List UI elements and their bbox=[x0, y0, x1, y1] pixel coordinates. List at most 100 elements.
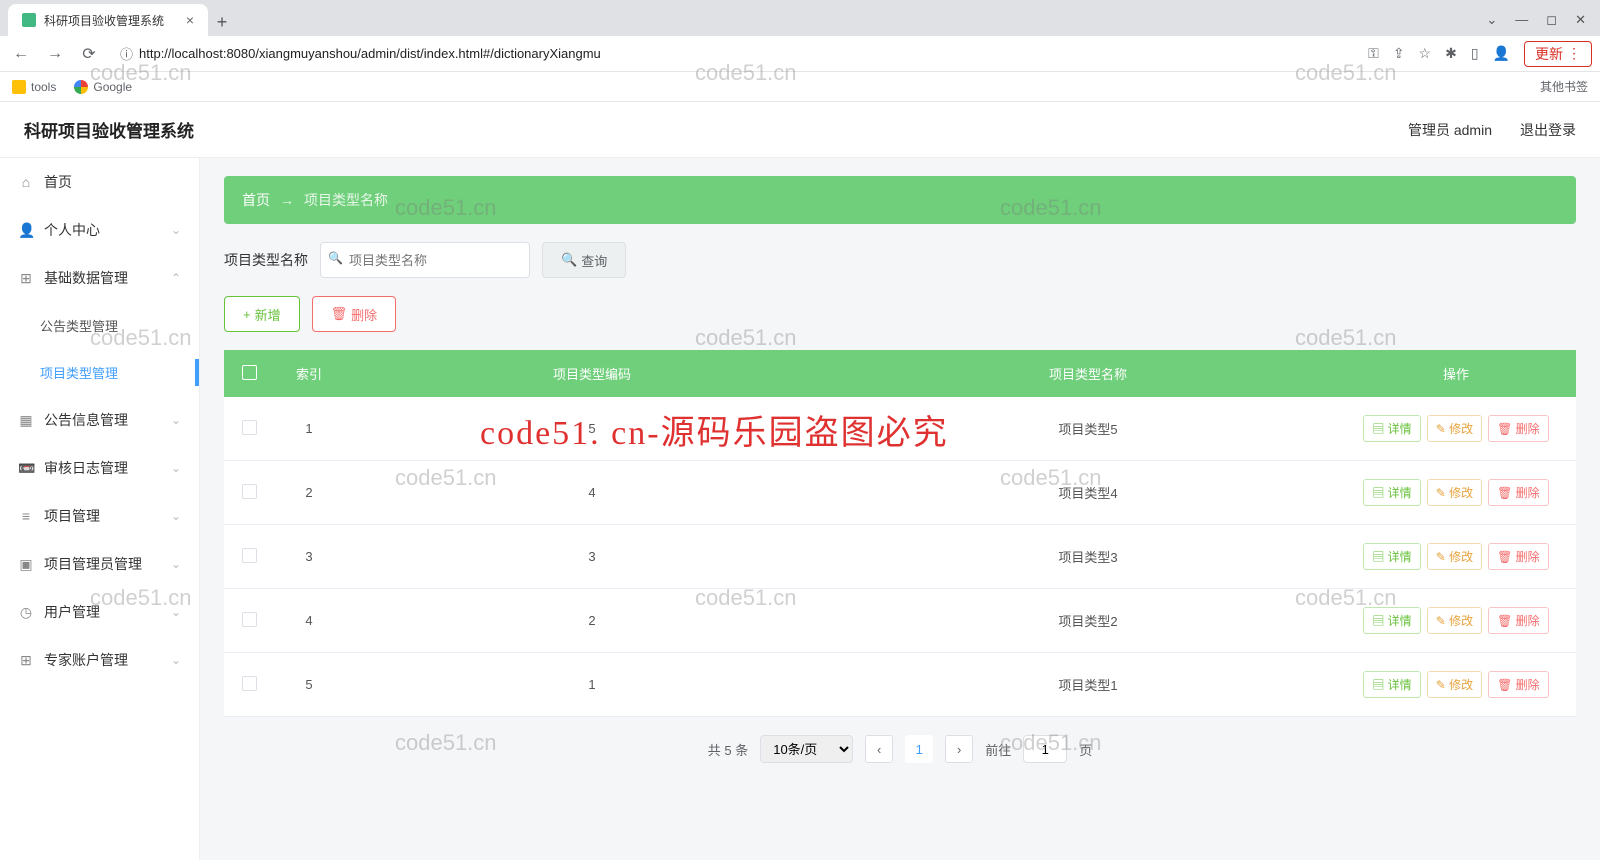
row-checkbox[interactable] bbox=[242, 612, 257, 627]
goto-label: 前往 bbox=[985, 740, 1011, 759]
logout-link[interactable]: 退出登录 bbox=[1520, 120, 1576, 140]
edit-button[interactable]: ✎ 修改 bbox=[1427, 607, 1482, 634]
new-tab-button[interactable]: + bbox=[208, 8, 236, 36]
row-checkbox[interactable] bbox=[242, 676, 257, 691]
delete-row-button[interactable]: 🗑 删除 bbox=[1488, 607, 1549, 634]
bookmark-other[interactable]: 其他书签 bbox=[1535, 78, 1588, 95]
sidebar-item-0[interactable]: ⌂首页 bbox=[0, 158, 199, 206]
cell-index: 1 bbox=[274, 397, 344, 461]
browser-tab[interactable]: 科研项目验收管理系统 × bbox=[8, 4, 208, 36]
add-button[interactable]: + 新增 bbox=[224, 296, 300, 332]
sidebar-item-8[interactable]: ⊞专家账户管理⌄ bbox=[0, 636, 199, 684]
edit-button[interactable]: ✎ 修改 bbox=[1427, 543, 1482, 570]
menu-icon: ▦ bbox=[18, 412, 34, 429]
breadcrumb-sep-icon: → bbox=[280, 192, 294, 208]
delete-row-button[interactable]: 🗑 删除 bbox=[1488, 671, 1549, 698]
profile-icon[interactable]: 👤 bbox=[1493, 45, 1510, 62]
url-text: http://localhost:8080/xiangmuyanshou/adm… bbox=[139, 46, 601, 61]
update-button[interactable]: 更新⋮ bbox=[1524, 41, 1592, 67]
key-icon[interactable]: ⚿ bbox=[1368, 45, 1379, 62]
minimize-icon[interactable]: — bbox=[1515, 12, 1528, 28]
breadcrumb-home[interactable]: 首页 bbox=[242, 190, 270, 210]
data-table: 索引项目类型编码项目类型名称操作 15项目类型5▤ 详情✎ 修改🗑 删除24项目… bbox=[224, 350, 1576, 717]
row-checkbox[interactable] bbox=[242, 548, 257, 563]
prev-page-icon[interactable]: ‹ bbox=[865, 735, 893, 763]
chevron-icon: ⌄ bbox=[171, 461, 181, 475]
delete-row-button[interactable]: 🗑 删除 bbox=[1488, 543, 1549, 570]
delete-button[interactable]: 🗑 删除 bbox=[312, 296, 397, 332]
next-page-icon[interactable]: › bbox=[945, 735, 973, 763]
search-input[interactable] bbox=[320, 242, 530, 278]
sidebar-item-7[interactable]: ◷用户管理⌄ bbox=[0, 588, 199, 636]
row-checkbox[interactable] bbox=[242, 420, 257, 435]
edit-button[interactable]: ✎ 修改 bbox=[1427, 671, 1482, 698]
sidebar-item-label: 公告信息管理 bbox=[44, 410, 128, 430]
detail-button[interactable]: ▤ 详情 bbox=[1363, 415, 1420, 442]
panel-icon[interactable]: ▯ bbox=[1471, 45, 1479, 62]
chevron-icon: ⌄ bbox=[171, 509, 181, 523]
detail-button[interactable]: ▤ 详情 bbox=[1363, 479, 1420, 506]
breadcrumb: 首页 → 项目类型名称 bbox=[224, 176, 1576, 224]
sidebar-item-label: 审核日志管理 bbox=[44, 458, 128, 478]
page-size-select[interactable]: 10条/页 bbox=[760, 735, 853, 763]
sidebar-subitem-0[interactable]: 公告类型管理 bbox=[0, 302, 199, 349]
edit-button[interactable]: ✎ 修改 bbox=[1427, 479, 1482, 506]
cell-code: 1 bbox=[344, 653, 840, 717]
chevron-icon: ⌄ bbox=[171, 223, 181, 237]
bookmark-google[interactable]: Google bbox=[74, 80, 132, 94]
cell-index: 3 bbox=[274, 525, 344, 589]
star-icon[interactable]: ☆ bbox=[1419, 45, 1432, 62]
sidebar-item-5[interactable]: ≡项目管理⌄ bbox=[0, 492, 199, 540]
sidebar-item-label: 专家账户管理 bbox=[44, 650, 128, 670]
search-button[interactable]: 🔍 查询 bbox=[542, 242, 626, 278]
delete-row-button[interactable]: 🗑 删除 bbox=[1488, 415, 1549, 442]
detail-button[interactable]: ▤ 详情 bbox=[1363, 671, 1420, 698]
back-icon[interactable]: ← bbox=[8, 45, 34, 63]
sidebar-item-2[interactable]: ⊞基础数据管理⌃ bbox=[0, 254, 199, 302]
address-bar: ← → ⟳ ⓘ http://localhost:8080/xiangmuyan… bbox=[0, 36, 1600, 72]
col-header: 项目类型名称 bbox=[840, 350, 1336, 397]
table-row: 15项目类型5▤ 详情✎ 修改🗑 删除 bbox=[224, 397, 1576, 461]
sidebar-item-6[interactable]: ▣项目管理员管理⌄ bbox=[0, 540, 199, 588]
menu-icon: ▣ bbox=[18, 556, 34, 573]
chevron-icon: ⌄ bbox=[171, 557, 181, 571]
col-header bbox=[224, 350, 274, 397]
page-number[interactable]: 1 bbox=[905, 735, 933, 763]
site-info-icon[interactable]: ⓘ bbox=[120, 44, 133, 63]
cell-name: 项目类型1 bbox=[840, 653, 1336, 717]
cell-index: 4 bbox=[274, 589, 344, 653]
tab-title: 科研项目验收管理系统 bbox=[44, 12, 164, 29]
row-checkbox[interactable] bbox=[242, 484, 257, 499]
extensions-icon[interactable]: ✱ bbox=[1445, 45, 1457, 62]
sidebar: ⌂首页👤个人中心⌄⊞基础数据管理⌃公告类型管理项目类型管理▦公告信息管理⌄📼审核… bbox=[0, 158, 200, 860]
browser-tab-strip: 科研项目验收管理系统 × + ⌄ — ◻ ✕ bbox=[0, 0, 1600, 36]
sidebar-item-label: 项目管理 bbox=[44, 506, 100, 526]
sidebar-item-4[interactable]: 📼审核日志管理⌄ bbox=[0, 444, 199, 492]
forward-icon[interactable]: → bbox=[42, 45, 68, 63]
select-all-checkbox[interactable] bbox=[242, 365, 257, 380]
table-row: 42项目类型2▤ 详情✎ 修改🗑 删除 bbox=[224, 589, 1576, 653]
close-tab-icon[interactable]: × bbox=[186, 12, 194, 28]
sidebar-item-label: 首页 bbox=[44, 172, 72, 192]
bookmark-tools[interactable]: tools bbox=[12, 80, 56, 94]
pager-total: 共 5 条 bbox=[708, 740, 748, 759]
sidebar-subitem-1[interactable]: 项目类型管理 bbox=[0, 349, 199, 396]
cell-name: 项目类型2 bbox=[840, 589, 1336, 653]
window-controls: ⌄ — ◻ ✕ bbox=[1486, 12, 1600, 36]
share-icon[interactable]: ⇪ bbox=[1393, 45, 1405, 62]
sidebar-item-3[interactable]: ▦ 公告信息管理 ⌄ bbox=[0, 396, 199, 444]
cell-index: 5 bbox=[274, 653, 344, 717]
detail-button[interactable]: ▤ 详情 bbox=[1363, 607, 1420, 634]
maximize-icon[interactable]: ◻ bbox=[1546, 12, 1557, 28]
reload-icon[interactable]: ⟳ bbox=[76, 44, 102, 64]
current-user[interactable]: 管理员 admin bbox=[1408, 120, 1492, 140]
edit-button[interactable]: ✎ 修改 bbox=[1427, 415, 1482, 442]
chevron-down-icon[interactable]: ⌄ bbox=[1486, 12, 1497, 28]
sidebar-item-1[interactable]: 👤个人中心⌄ bbox=[0, 206, 199, 254]
url-box[interactable]: ⓘ http://localhost:8080/xiangmuyanshou/a… bbox=[110, 44, 1360, 63]
delete-row-button[interactable]: 🗑 删除 bbox=[1488, 479, 1549, 506]
chevron-icon: ⌄ bbox=[171, 413, 181, 427]
goto-input[interactable] bbox=[1023, 735, 1067, 763]
close-window-icon[interactable]: ✕ bbox=[1575, 12, 1586, 28]
detail-button[interactable]: ▤ 详情 bbox=[1363, 543, 1420, 570]
